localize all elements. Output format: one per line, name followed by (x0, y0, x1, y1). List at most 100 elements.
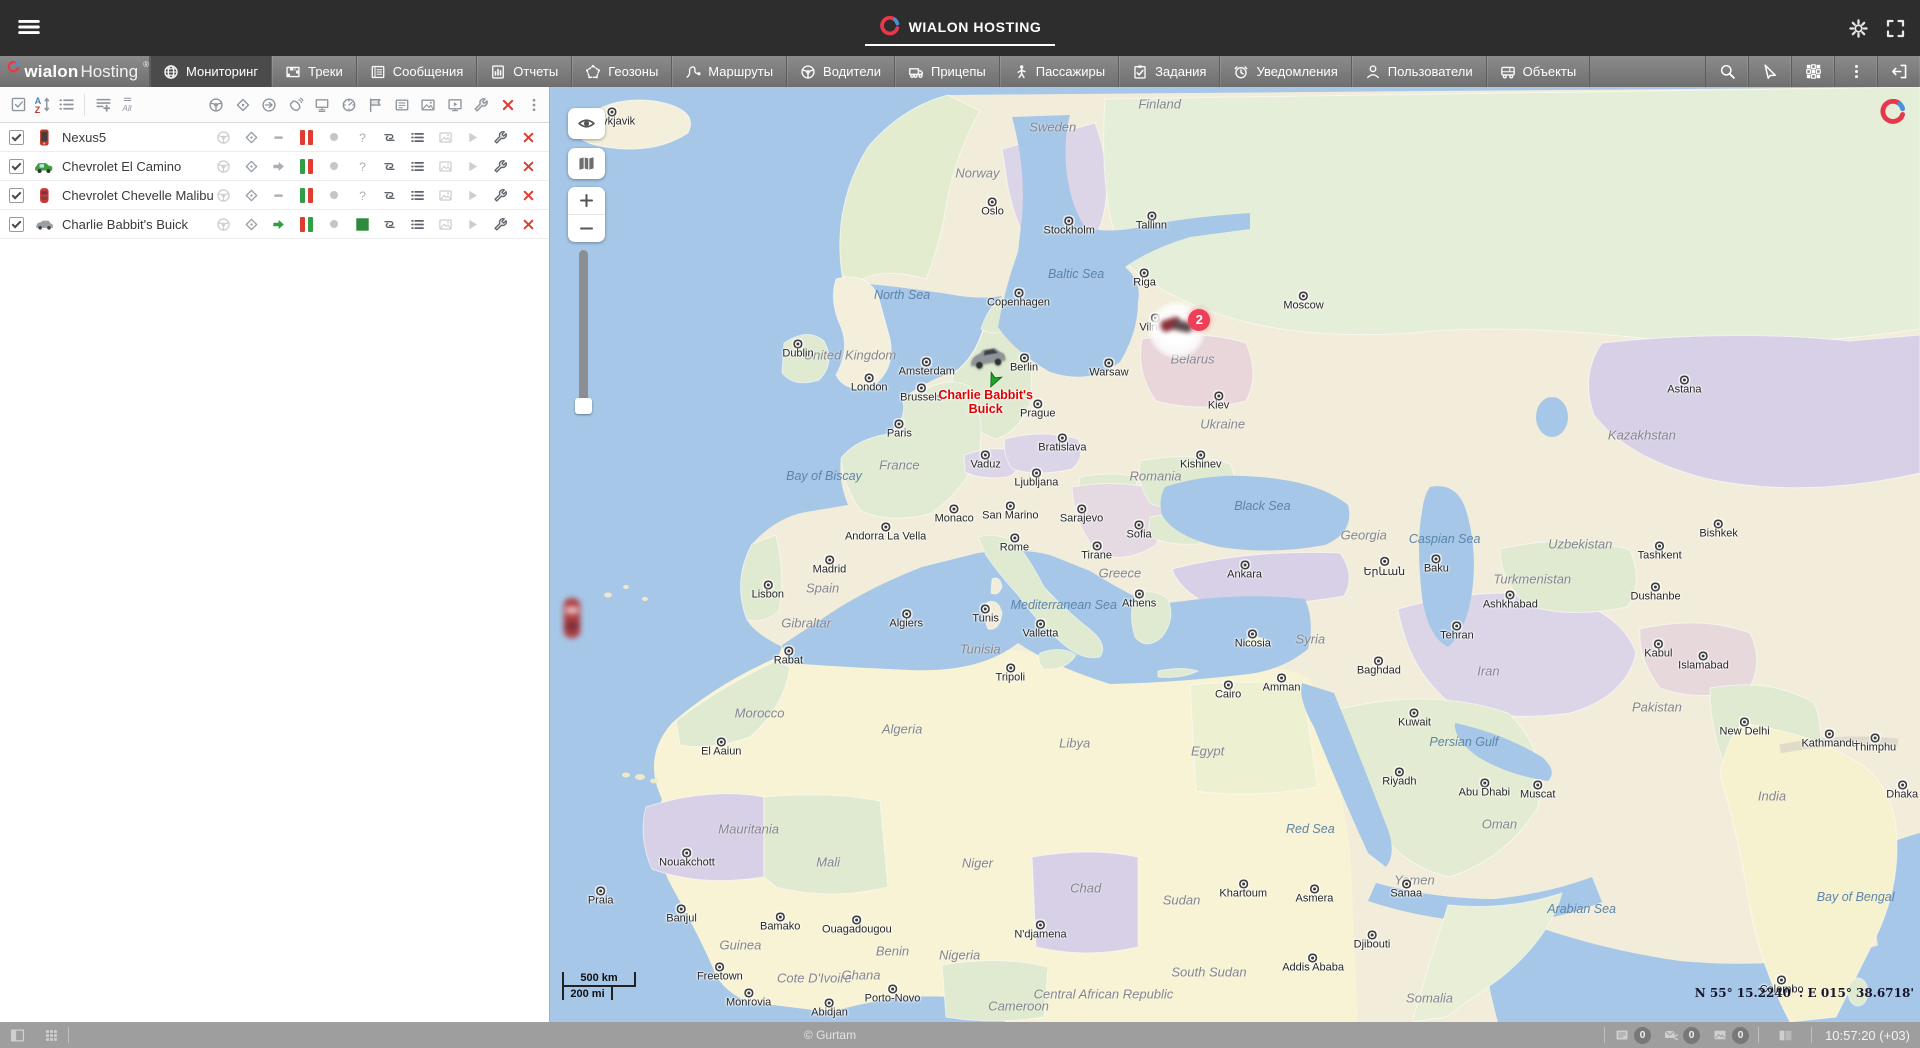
unit-name[interactable]: Chevrolet Chevelle Malibu (62, 188, 214, 203)
settings-column-icon[interactable] (469, 94, 493, 116)
unit-row-chevrolet-el-camino[interactable]: Chevrolet El Camino ? (0, 152, 549, 181)
search-icon[interactable] (1705, 56, 1748, 87)
more-vertical-icon[interactable] (522, 94, 546, 116)
panel-toggle-icon[interactable] (0, 1022, 34, 1048)
unit-properties-icon[interactable] (405, 213, 430, 235)
quick-track-icon[interactable] (460, 126, 485, 148)
tab-мониторинг[interactable]: Мониторинг (150, 56, 272, 87)
unit-name[interactable]: Nexus5 (62, 130, 106, 145)
unit-checkbox[interactable] (9, 188, 24, 203)
add-units-icon[interactable] (91, 94, 115, 116)
zoom-in-button[interactable] (568, 187, 605, 215)
tab-задания[interactable]: Задания (1119, 56, 1220, 87)
tab-прицепы[interactable]: Прицепы (895, 56, 1000, 87)
tab-геозоны[interactable]: Геозоны (572, 56, 672, 87)
accuracy-bar (300, 217, 305, 232)
tab-пассажиры[interactable]: Пассажиры (1000, 56, 1119, 87)
unit-properties-icon[interactable] (405, 155, 430, 177)
tab-объекты[interactable]: Объекты (1487, 56, 1591, 87)
wialon-hosting-logo[interactable]: wialon Hosting ® (0, 56, 150, 87)
driver-state-icon[interactable] (211, 184, 236, 206)
tab-треки[interactable]: Треки (272, 56, 357, 87)
unit-photo-icon[interactable] (433, 184, 458, 206)
data-flow-icon[interactable] (377, 155, 402, 177)
remove-unit-icon[interactable] (516, 213, 541, 235)
quick-track-icon[interactable] (460, 184, 485, 206)
tab-сообщения[interactable]: Сообщения (357, 56, 478, 87)
unit-photo-icon[interactable] (433, 213, 458, 235)
tab-пользователи[interactable]: Пользователи (1352, 56, 1487, 87)
select-all-checkbox-icon[interactable] (6, 94, 30, 116)
hamburger-menu-icon[interactable] (16, 14, 42, 40)
locate-unit-icon[interactable] (239, 213, 264, 235)
unit-marker-buick[interactable] (967, 346, 1007, 368)
unit-settings-icon[interactable] (488, 213, 513, 235)
sort-az-icon[interactable]: AZ (30, 94, 54, 116)
more-vertical-icon[interactable] (1834, 56, 1877, 87)
unit-settings-icon[interactable] (488, 155, 513, 177)
zoom-out-button[interactable] (568, 215, 605, 242)
unit-row-charlie-babbit-s-buick[interactable]: Charlie Babbit's Buick (0, 210, 549, 239)
unit-name[interactable]: Chevrolet El Camino (62, 159, 181, 174)
messages-column-icon[interactable] (390, 94, 414, 116)
quick-track-icon[interactable] (460, 213, 485, 235)
locate-unit-icon[interactable] (239, 155, 264, 177)
tab-уведомления[interactable]: Уведомления (1220, 56, 1351, 87)
locate-unit-icon[interactable] (239, 184, 264, 206)
unit-row-chevrolet-chevelle-malibu[interactable]: Chevrolet Chevelle Malibu ? (0, 181, 549, 210)
unit-settings-icon[interactable] (488, 184, 513, 206)
unit-photo-icon[interactable] (433, 155, 458, 177)
logout-icon[interactable] (1877, 56, 1920, 87)
settings-gear-icon[interactable] (1848, 18, 1869, 39)
cluster-count-badge[interactable]: 2 (1188, 309, 1210, 331)
tab-label: Пассажиры (1036, 64, 1105, 79)
unit-checkbox[interactable] (9, 159, 24, 174)
quick-track-icon[interactable] (460, 155, 485, 177)
copyright[interactable]: © Gurtam (804, 1028, 856, 1042)
unit-checkbox[interactable] (9, 217, 24, 232)
motion-column-icon[interactable] (257, 94, 281, 116)
measure-icon[interactable] (1748, 56, 1791, 87)
unit-name[interactable]: Charlie Babbit's Buick (62, 217, 188, 232)
locate-unit-icon[interactable] (239, 126, 264, 148)
zoom-slider[interactable] (579, 250, 588, 408)
show-all-units-icon[interactable]: All (115, 94, 139, 116)
remove-column-icon[interactable] (496, 94, 520, 116)
fullscreen-icon[interactable] (1885, 18, 1906, 39)
connection-column-icon[interactable] (284, 94, 308, 116)
data-flow-icon[interactable] (377, 213, 402, 235)
unit-properties-icon[interactable] (405, 126, 430, 148)
layout-toggle-icon[interactable] (1768, 1022, 1802, 1048)
data-flow-icon[interactable] (377, 126, 402, 148)
unit-checkbox[interactable] (9, 130, 24, 145)
datalink-column-icon[interactable] (310, 94, 334, 116)
zoom-slider-handle[interactable] (575, 398, 592, 414)
tab-водители[interactable]: Водители (787, 56, 895, 87)
remove-unit-icon[interactable] (516, 184, 541, 206)
grid-view-icon[interactable] (34, 1022, 68, 1048)
unit-marker-blurred-car[interactable] (561, 596, 582, 640)
unit-properties-icon[interactable] (405, 184, 430, 206)
photo-column-icon[interactable] (416, 94, 440, 116)
location-column-icon[interactable] (231, 94, 255, 116)
driver-column-icon[interactable] (204, 94, 228, 116)
tab-маршруты[interactable]: Маршруты (672, 56, 787, 87)
tab-отчеты[interactable]: Отчеты (477, 56, 572, 87)
actuality-column-icon[interactable] (337, 94, 361, 116)
apps-grid-icon[interactable] (1791, 56, 1834, 87)
trips-column-icon[interactable] (363, 94, 387, 116)
unit-settings-icon[interactable] (488, 126, 513, 148)
video-column-icon[interactable] (443, 94, 467, 116)
remove-unit-icon[interactable] (516, 126, 541, 148)
driver-state-icon[interactable] (211, 155, 236, 177)
map-layers-button[interactable] (568, 148, 605, 179)
data-flow-icon[interactable] (377, 184, 402, 206)
visibility-eye-button[interactable] (568, 108, 605, 139)
driver-state-icon[interactable] (211, 213, 236, 235)
remove-unit-icon[interactable] (516, 155, 541, 177)
driver-state-icon[interactable] (211, 126, 236, 148)
unit-photo-icon[interactable] (433, 126, 458, 148)
unit-row-nexus5[interactable]: Nexus5 ? (0, 123, 549, 152)
work-list-icon[interactable] (54, 94, 78, 116)
map[interactable]: North SeaBaltic SeaBay of BiscayBlack Se… (550, 87, 1920, 1022)
